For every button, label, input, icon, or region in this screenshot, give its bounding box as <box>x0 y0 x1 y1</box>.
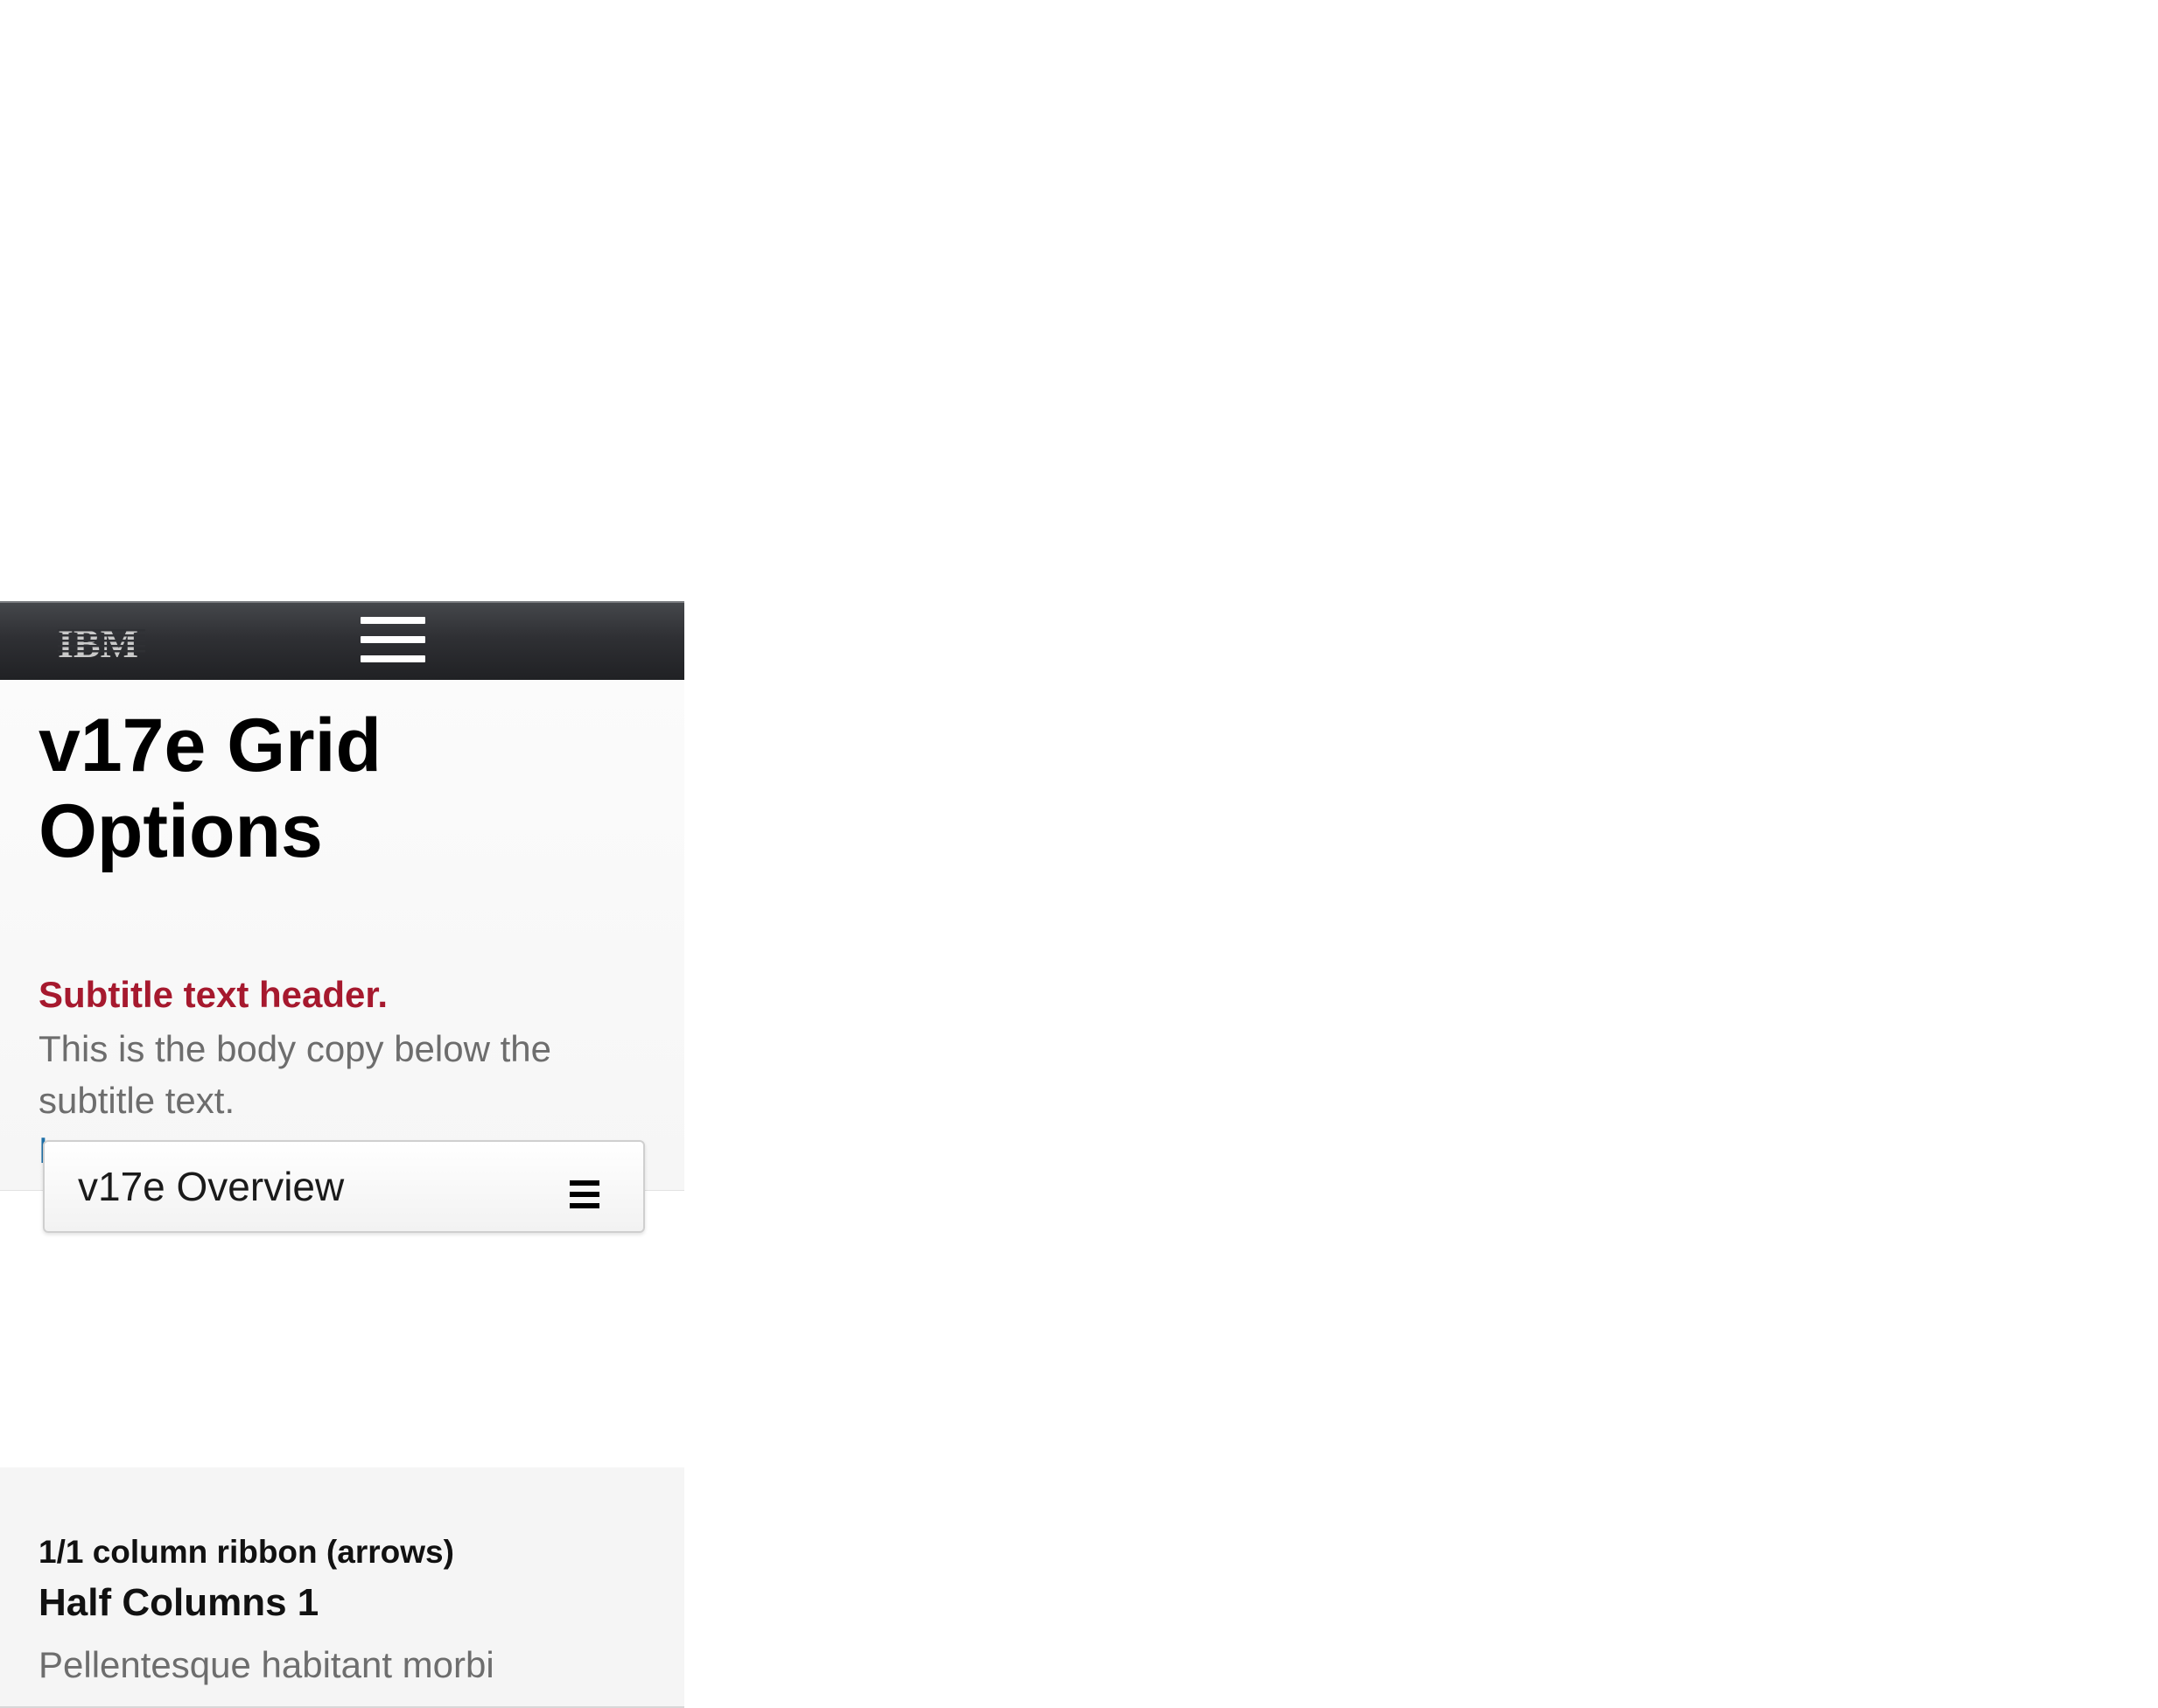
masthead: IBM <box>0 601 684 680</box>
ibm-logo[interactable]: IBM <box>58 619 145 666</box>
mobile-viewport: IBM v17e Grid Options Subtitle text head… <box>0 601 684 1708</box>
leadspace: v17e Grid Options Subtitle text header. … <box>0 680 684 1191</box>
subtitle: Subtitle text header. <box>39 974 389 1015</box>
page-title: v17e Grid Options <box>39 704 382 873</box>
column-body-text: Pellentesque habitant morbi <box>39 1644 494 1685</box>
column-heading: Half Columns 1 <box>39 1581 319 1624</box>
column-ribbon-section: 1/1 column ribbon (arrows) Half Columns … <box>0 1467 684 1708</box>
menu-icon <box>570 1180 599 1208</box>
ribbon-label: 1/1 column ribbon (arrows) <box>39 1534 454 1570</box>
svg-text:IBM: IBM <box>58 621 138 666</box>
hamburger-menu-icon[interactable] <box>361 615 425 664</box>
body-copy: This is the body copy below the subtitle… <box>39 1028 551 1121</box>
overview-selected-value: v17e Overview <box>78 1164 345 1209</box>
overview-dropdown[interactable]: v17e Overview <box>43 1140 645 1233</box>
